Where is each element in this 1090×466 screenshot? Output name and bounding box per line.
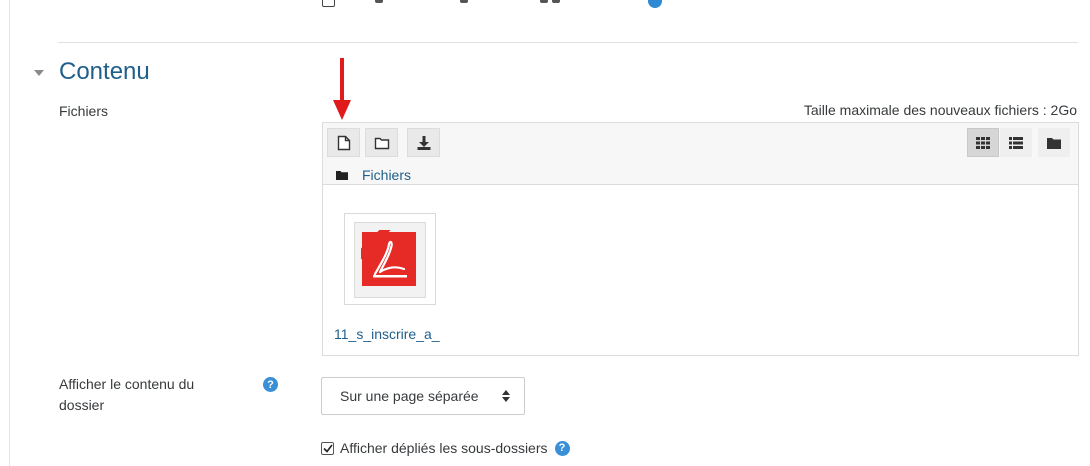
pdf-ribbon [361,230,391,260]
max-file-size: Taille maximale des nouveaux fichiers : … [803,102,1077,118]
file-thumbnail[interactable] [344,213,436,305]
help-icon[interactable]: ? [263,377,278,392]
folder-icon [336,171,348,180]
select-caret-icon [502,390,510,402]
tree-view-button[interactable] [1038,128,1070,157]
help-icon[interactable] [648,0,662,8]
download-all-button[interactable] [407,128,440,157]
previous-field-remnant [320,0,680,14]
checkmark-icon [322,444,333,453]
list-view-button[interactable] [1000,128,1032,157]
create-folder-icon [374,137,389,149]
section-header[interactable]: Contenu [34,58,150,86]
checkbox-cut[interactable] [322,0,335,7]
list-view-icon [1009,136,1023,149]
help-icon[interactable]: ? [554,440,570,456]
collapse-icon[interactable] [34,70,44,76]
breadcrumb-link[interactable]: Fichiers [362,167,411,183]
grid-view-icon [976,136,990,149]
display-content-label: Afficher le contenu du dossier [59,376,195,413]
grid-view-button[interactable] [967,128,999,157]
files-label: Fichiers [59,103,109,119]
tree-view-icon [1047,137,1061,149]
red-arrow-annotation [333,58,351,120]
file-add-icon [337,135,350,150]
download-icon [417,135,430,150]
pdf-icon [354,222,426,298]
section-title[interactable]: Contenu [59,58,150,86]
create-folder-button[interactable] [365,128,398,157]
select-value: Sur une page séparée [340,388,479,404]
left-border [9,0,10,466]
subfolders-checkbox[interactable] [321,441,334,455]
file-name[interactable]: 11_s_inscrire_a_ [334,326,440,342]
subfolders-label[interactable]: Afficher dépliés les sous-dossiers [340,440,548,456]
file-manager: Fichiers 11_s_inscrire_a_ [322,122,1079,356]
file-manager-toolbar: Fichiers [323,123,1078,185]
section-divider [58,42,1078,43]
add-file-button[interactable] [327,128,360,157]
display-mode-select[interactable]: Sur une page séparée [321,377,525,415]
show-expanded-subfolders[interactable]: Afficher dépliés les sous-dossiers ? [321,440,570,456]
breadcrumb: Fichiers [336,167,411,183]
